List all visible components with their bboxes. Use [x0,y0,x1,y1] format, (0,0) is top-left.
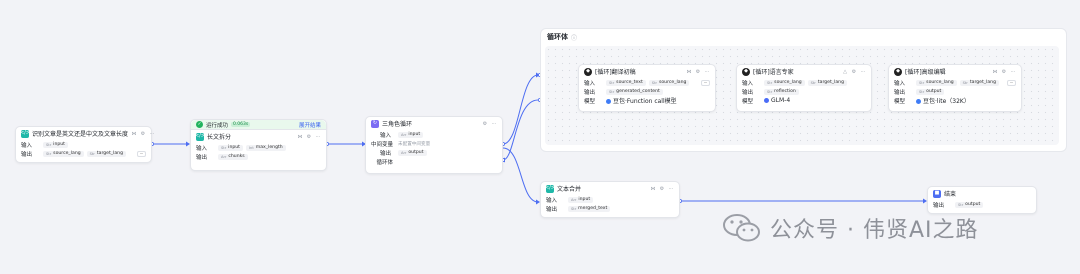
more-icon[interactable]: ⋯ [860,69,866,75]
node-actions: ⋈ ⚙ ⋯ [131,131,155,137]
node-identify-language[interactable]: </> 识别文章是英文还是中文及文章长度 ⋈ ⚙ ⋯ 输入 Str input 输… [15,126,155,163]
watermark: 公众号 · 伟贤AI之路 [722,212,979,244]
more-icon[interactable]: ⋯ [668,186,674,192]
more-icon[interactable]: ⋯ [149,131,155,137]
variable-tag: Str merged_text [568,205,611,212]
llm-icon: ◆ [584,67,592,76]
run-status-bar: ✓ 运行成功 0.063s 展开结果 [191,120,326,130]
variable-tag: Str input [43,141,68,148]
warning-icon: △ [843,68,847,75]
wire-loop-body-return [502,99,539,161]
info-icon[interactable]: ⓘ [571,33,577,42]
wire-loop-merge [502,147,539,203]
node-actions: ⚙ ⋯ [482,121,497,127]
more-outputs-button[interactable]: ··· [137,150,146,157]
more-inputs-button[interactable]: ··· [1007,79,1016,86]
variable-tag: Str generated_content [606,88,663,95]
wire-loop-body-top [502,74,539,145]
more-icon[interactable]: ⋯ [704,69,710,75]
share-icon[interactable]: ⋈ [992,69,998,75]
code-icon: </> [194,132,206,141]
settings-icon[interactable]: ⚙ [659,186,665,192]
code-icon: </> [19,129,31,138]
variable-tag: Str source_lang [648,79,690,86]
variable-tag: Str source_text [606,79,646,86]
more-icon[interactable]: ⋯ [491,121,497,127]
variable-tag: Str target_lang [807,79,848,86]
share-icon[interactable]: ⋈ [131,131,137,137]
share-icon[interactable]: ⋈ [297,134,303,140]
variable-tag: Arr output [398,149,427,156]
more-icon[interactable]: ⋯ [1010,69,1016,75]
doubao-model-icon [606,99,611,104]
variable-tag: Str output [955,201,984,208]
model-name: 豆包·Function call模型 [606,96,677,105]
node-actions: ⋈ ⚙ ⋯ [686,69,710,75]
share-icon[interactable]: ⋈ [686,69,692,75]
node-text-merge[interactable]: </> 文本合并 ⋈ ⚙ ⋯ 输入 Arr input 输出 Str merged_… [540,181,680,218]
settings-icon[interactable]: ⚙ [851,69,857,75]
variable-tag: Str source_lang [43,150,84,157]
variable-tag: Int max_length [246,144,286,151]
loop-body-title: 循环体 ⓘ [547,33,578,42]
node-loop-translate-draft[interactable]: ◆ [循环]翻译初稿 ⋈ ⚙ ⋯ 输入 Str source_text Str so… [578,64,716,112]
settings-icon[interactable]: ⚙ [140,131,146,137]
node-actions: △ ⚙ ⋯ [842,69,866,75]
node-actions: ⋈ ⚙ ⋯ [650,186,674,192]
node-loop-language-expert[interactable]: ◆ [循环]语言专家 △ ⚙ ⋯ 输入 Str source_lang Str ta… [736,64,872,112]
node-loop-senior-editor[interactable]: ◆ [循环]高级编辑 ⋈ ⚙ ⋯ 输入 Str source_lang Str ta… [888,64,1022,112]
code-icon: </> [544,184,556,193]
more-inputs-button[interactable]: ··· [701,79,710,86]
variable-tag: Str target_lang [959,79,1000,86]
node-tri-role-loop[interactable]: ↻ 三角色循环 ⚙ ⋯ 输入 Arr input 中间变量 未配置中间变量 输出 … [365,116,503,174]
wechat-icon [722,213,762,243]
variable-tag: Str output [916,88,945,95]
variable-tag: Str input [218,144,243,151]
variable-tag: Arr input [398,131,424,138]
doubao-model-icon [916,99,921,104]
model-name: 豆包·lite（32K） [916,96,970,105]
end-icon: ■ [933,189,941,198]
variable-tag: Str source_lang [916,79,957,86]
variable-tag: Str reflection [764,88,799,95]
loop-icon: ↻ [371,119,379,128]
more-icon[interactable]: ⋯ [315,134,321,140]
mid-variable-placeholder: 未配置中间变量 [398,141,431,147]
node-actions: ⋈ ⚙ ⋯ [992,69,1016,75]
settings-icon[interactable]: ⚙ [695,69,701,75]
check-circle-icon: ✓ [196,121,203,128]
model-name: GLM-4 [764,97,790,104]
watermark-text: 公众号 · 伟贤AI之路 [770,218,979,243]
glm-model-icon [764,98,769,103]
node-end[interactable]: ■ 结束 输出 Str output [927,186,1037,214]
node-long-text-split[interactable]: ✓ 运行成功 0.063s 展开结果 </> 长文拆分 ⋈ ⚙ ⋯ 输入 Str… [190,119,327,171]
node-actions: ⋈ ⚙ ⋯ [297,134,321,140]
variable-tag: Arr input [568,196,594,203]
variable-tag: Str source_lang [764,79,805,86]
duration-badge: 0.063s [231,122,251,127]
settings-icon[interactable]: ⚙ [482,121,488,127]
llm-icon: ◆ [894,67,902,76]
share-icon[interactable]: ⋈ [650,186,656,192]
settings-icon[interactable]: ⚙ [306,134,312,140]
variable-tag: Arr chunks [218,153,248,160]
settings-icon[interactable]: ⚙ [1001,69,1007,75]
expand-results-link[interactable]: 展开结果 [299,121,321,129]
variable-tag: Str target_lang [86,150,127,157]
llm-icon: ◆ [742,67,750,76]
